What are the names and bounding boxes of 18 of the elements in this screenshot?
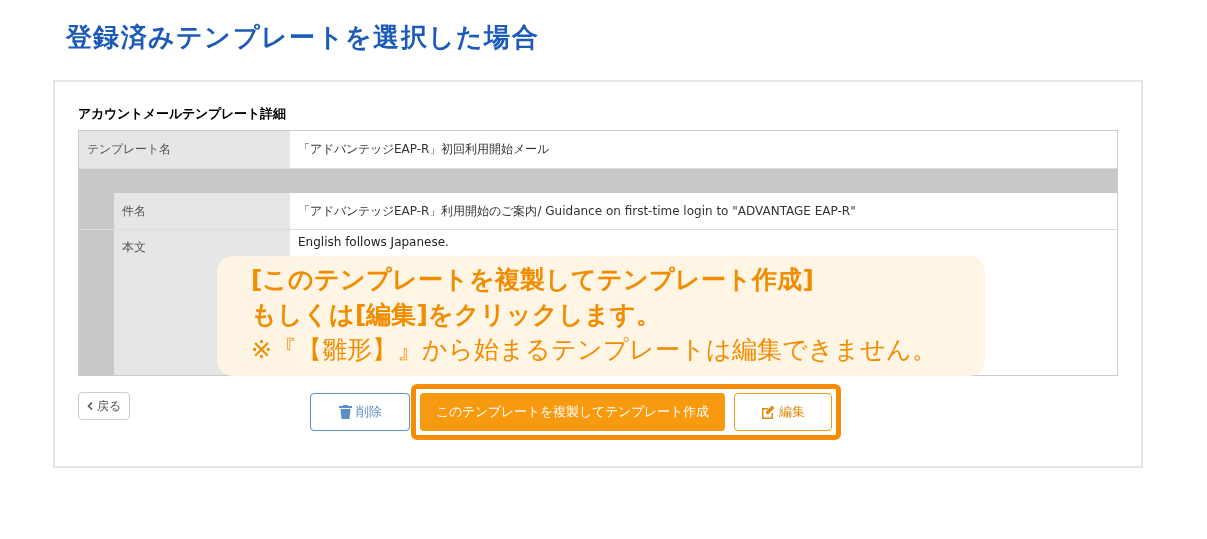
back-button[interactable]: 戻る xyxy=(78,391,130,420)
chevron-left-icon xyxy=(87,401,93,410)
field-label: 本文 xyxy=(122,239,146,254)
duplicate-template-button[interactable]: このテンプレートを複製してテンプレート作成 xyxy=(420,392,725,431)
field-value: 「アドバンテッジEAP-R」初回利用開始メール xyxy=(298,141,550,158)
edit-button[interactable]: 編集 xyxy=(734,392,832,431)
section-heading: アカウントメールテンプレート詳細 xyxy=(78,105,287,123)
field-label: 件名 xyxy=(122,202,146,220)
field-value: English follows Japanese. xyxy=(298,234,449,249)
page-title: 登録済みテンプレートを選択した場合 xyxy=(66,21,540,54)
delete-button[interactable]: 削除 xyxy=(310,392,410,431)
edit-icon xyxy=(761,404,775,419)
callout-text: [このテンプレートを複製してテンプレート作成] xyxy=(251,264,814,296)
field-value: 「アドバンテッジEAP-R」利用開始のご案内/ Guidance on first-time login to "ADVANTAGE EAP-R" xyxy=(298,202,856,220)
trash-icon xyxy=(338,404,352,419)
field-label: テンプレート名 xyxy=(87,141,171,158)
callout-text: もしくは[編集]をクリックします。 xyxy=(251,299,661,331)
callout-text: ※『【雛形】』から始まるテンプレートは編集できません。 xyxy=(251,334,937,366)
